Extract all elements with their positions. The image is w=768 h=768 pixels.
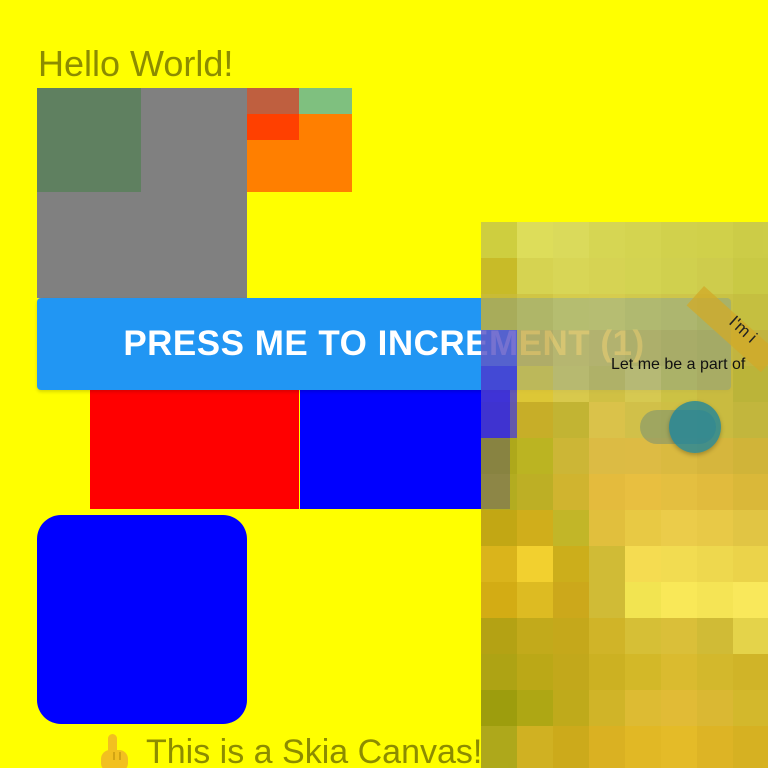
blue-rectangle [300, 390, 510, 509]
skia-canvas-caption-text: This is a Skia Canvas! [146, 733, 483, 768]
pointing-up-hand-icon [96, 730, 132, 768]
skia-canvas-caption: This is a Skia Canvas! [96, 730, 482, 768]
app-screen: Hello World! PRESS ME TO INCREMENT (1) I… [0, 0, 768, 768]
hello-world-title: Hello World! [38, 43, 234, 84]
overlay-caption: Let me be a part of [611, 356, 746, 373]
red-rectangle [90, 390, 299, 509]
toggle-switch-thumb[interactable] [669, 401, 721, 453]
rounded-blue-square [37, 515, 247, 724]
gray-green-square [37, 88, 141, 192]
orange-top-right-tile [299, 88, 352, 114]
orange-top-left-tile [247, 88, 299, 114]
